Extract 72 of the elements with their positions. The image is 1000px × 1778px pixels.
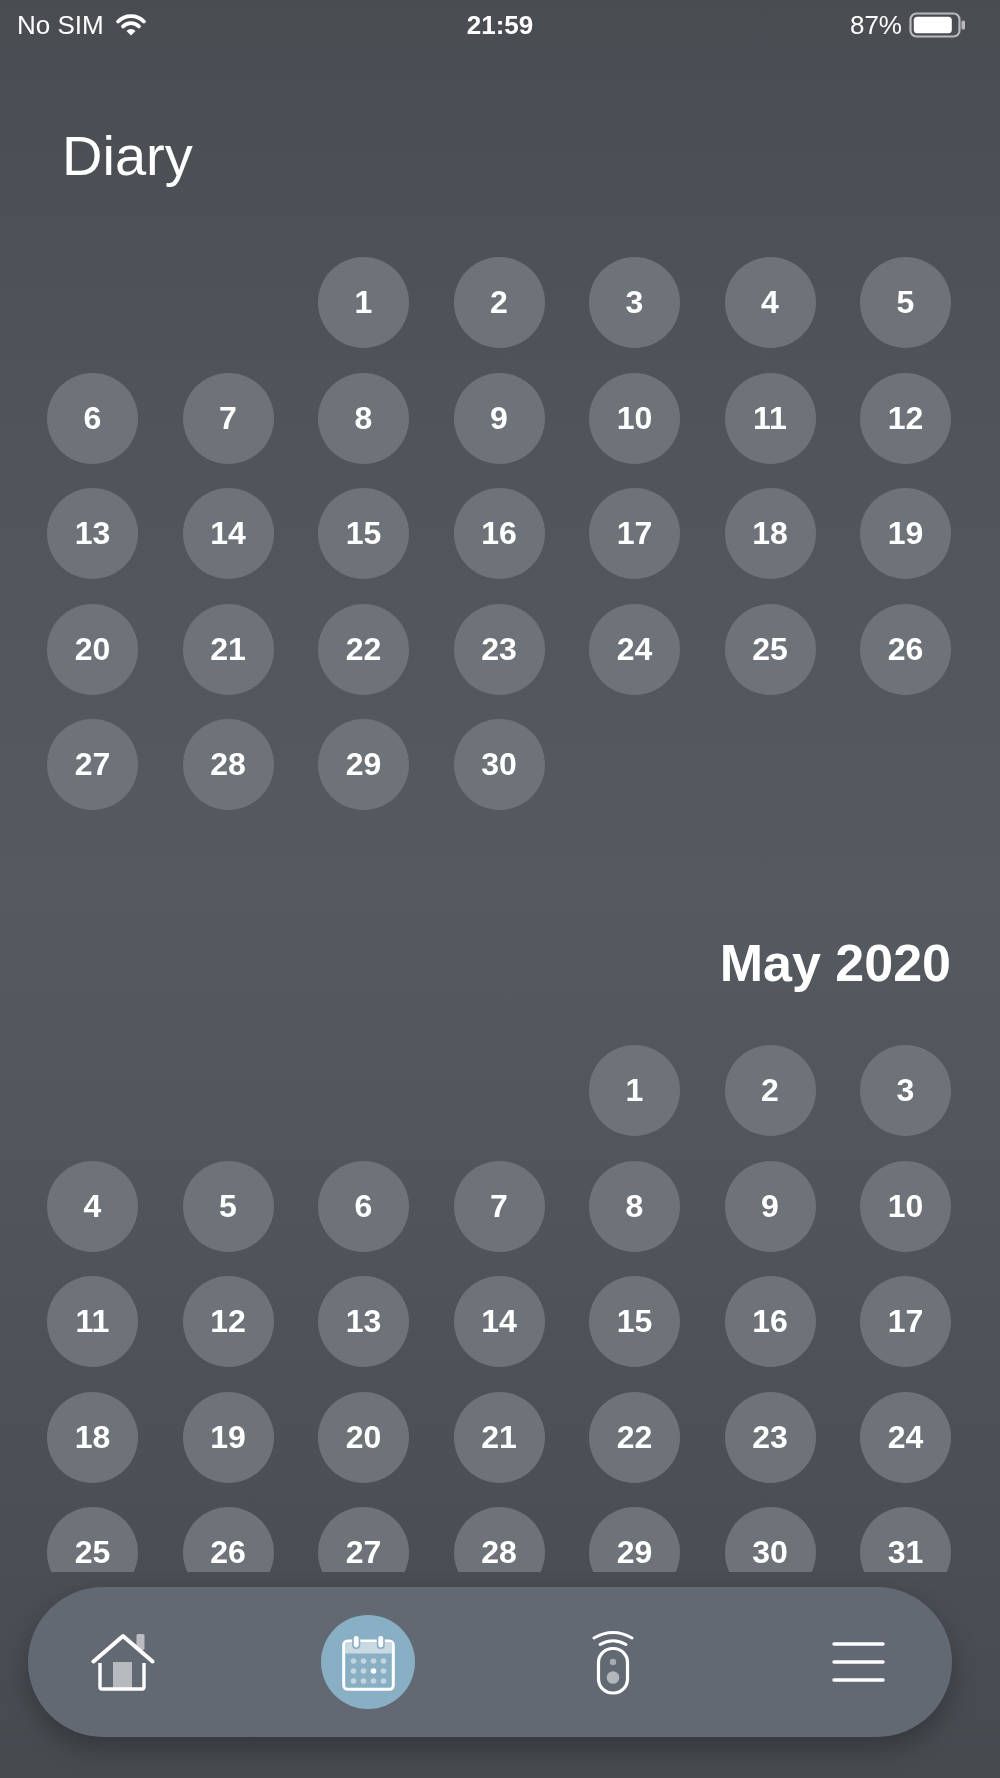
day-button[interactable]: 14 — [453, 1276, 545, 1367]
month-title: May 2020 — [718, 933, 951, 993]
day-button[interactable]: 19 — [182, 1391, 274, 1483]
day-button[interactable]: 1 — [318, 257, 409, 348]
page-title: Diary — [62, 124, 194, 188]
day-button[interactable]: 28 — [182, 719, 274, 810]
house-icon — [91, 1633, 155, 1691]
day-button[interactable]: 14 — [182, 488, 274, 579]
day-button[interactable]: 1 — [589, 1045, 680, 1136]
day-button[interactable]: 22 — [318, 603, 409, 695]
calendar-icon — [341, 1633, 395, 1691]
day-button[interactable]: 11 — [47, 1276, 138, 1367]
day-button[interactable]: 4 — [47, 1160, 138, 1252]
day-button[interactable]: 24 — [860, 1391, 951, 1483]
day-button[interactable]: 30 — [724, 1507, 816, 1572]
day-button[interactable]: 29 — [589, 1507, 680, 1572]
day-button[interactable]: 20 — [318, 1391, 409, 1483]
day-button[interactable]: 17 — [860, 1276, 951, 1367]
day-button[interactable]: 27 — [47, 719, 138, 810]
day-button[interactable]: 25 — [724, 603, 816, 695]
menu-icon — [831, 1642, 885, 1682]
day-button[interactable]: 29 — [318, 719, 409, 810]
day-button[interactable]: 31 — [860, 1507, 951, 1572]
day-button[interactable]: 21 — [182, 603, 274, 695]
day-button[interactable]: 3 — [860, 1045, 951, 1136]
day-button[interactable]: 17 — [589, 488, 680, 579]
day-button[interactable]: 3 — [589, 257, 680, 348]
day-button[interactable]: 23 — [724, 1391, 816, 1483]
day-button[interactable]: 8 — [318, 372, 409, 464]
day-button[interactable]: 19 — [860, 488, 951, 579]
day-button[interactable]: 23 — [453, 603, 545, 695]
battery-percent: 87% — [849, 9, 902, 41]
day-button[interactable]: 12 — [182, 1276, 274, 1367]
day-button[interactable]: 16 — [453, 488, 545, 579]
day-button[interactable]: 30 — [453, 719, 545, 810]
day-button[interactable]: 9 — [724, 1160, 816, 1252]
day-button[interactable]: 26 — [182, 1507, 274, 1572]
carrier-label: No SIM — [17, 9, 104, 41]
day-button[interactable]: 16 — [724, 1276, 816, 1367]
day-button[interactable]: 13 — [47, 488, 138, 579]
wifi-icon — [115, 14, 146, 36]
battery-icon — [909, 12, 966, 38]
day-button[interactable]: 28 — [453, 1507, 545, 1572]
day-button[interactable]: 22 — [589, 1391, 680, 1483]
day-button[interactable]: 21 — [453, 1391, 545, 1483]
day-button[interactable]: 8 — [589, 1160, 680, 1252]
day-button[interactable]: 7 — [182, 372, 274, 464]
day-button[interactable]: 7 — [453, 1160, 545, 1252]
day-button[interactable]: 4 — [724, 257, 816, 348]
remote-control-icon — [592, 1629, 634, 1695]
day-button[interactable]: 18 — [724, 488, 816, 579]
day-button[interactable]: 24 — [589, 603, 680, 695]
day-button[interactable]: 11 — [724, 372, 816, 464]
day-button[interactable]: 10 — [860, 1160, 951, 1252]
day-button[interactable]: 9 — [453, 372, 545, 464]
day-button[interactable]: 6 — [318, 1160, 409, 1252]
day-button[interactable]: 10 — [589, 372, 680, 464]
day-button[interactable]: 25 — [47, 1507, 138, 1572]
day-button[interactable]: 18 — [47, 1391, 138, 1483]
day-button[interactable]: 13 — [318, 1276, 409, 1367]
day-button[interactable]: 26 — [860, 603, 951, 695]
day-button[interactable]: 12 — [860, 372, 951, 464]
day-button[interactable]: 27 — [318, 1507, 409, 1572]
day-button[interactable]: 2 — [453, 257, 545, 348]
day-button[interactable]: 5 — [860, 257, 951, 348]
clock-time: 21:59 — [466, 9, 534, 41]
day-button[interactable]: 2 — [724, 1045, 816, 1136]
day-button[interactable]: 15 — [318, 488, 409, 579]
day-button[interactable]: 20 — [47, 603, 138, 695]
day-button[interactable]: 6 — [47, 372, 138, 464]
day-button[interactable]: 15 — [589, 1276, 680, 1367]
day-button[interactable]: 5 — [182, 1160, 274, 1252]
